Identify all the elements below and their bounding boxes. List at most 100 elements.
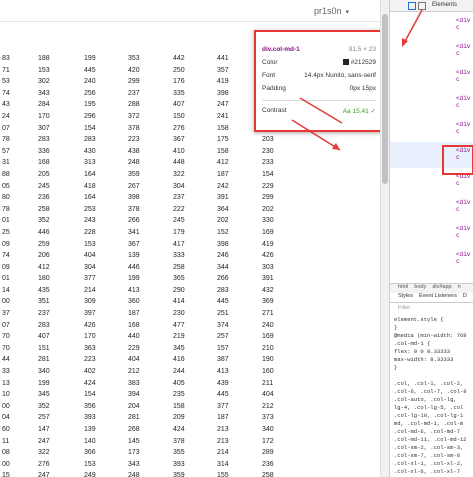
breadcrumb-item[interactable]: div#app: [432, 284, 451, 290]
styles-filter-input[interactable]: Filter: [398, 305, 410, 311]
device-toggle-icon[interactable]: [418, 2, 426, 10]
dom-node[interactable]: <div c: [390, 194, 473, 220]
styles-tab[interactable]: Event Listeners: [419, 293, 457, 299]
styles-tab[interactable]: Styles: [398, 293, 413, 299]
grid-cell: 307: [38, 124, 50, 132]
dom-node[interactable]: <div c: [390, 220, 473, 246]
grid-cell: 78: [2, 136, 10, 144]
grid-cell: 240: [84, 78, 96, 86]
grid-cell: 343: [38, 89, 50, 97]
grid-cell: 244: [173, 368, 185, 376]
grid-cell: 157: [217, 344, 229, 352]
grid-cell: 154: [84, 124, 96, 132]
scrollbar-thumb[interactable]: [382, 14, 388, 184]
grid-cell: 223: [128, 136, 140, 144]
grid-cell: 420: [128, 66, 140, 74]
style-rule-line: .col-xl-6, .col-xl-7: [394, 468, 461, 475]
breadcrumb-item[interactable]: body: [414, 284, 426, 290]
grid-cell: 74: [2, 89, 10, 97]
grid-cell: 367: [128, 240, 140, 248]
style-rule-line: .col-auto, .col-lg,: [394, 396, 457, 403]
grid-row: 57 336 430 438 410 158 230: [0, 146, 389, 158]
styles-tab[interactable]: D: [463, 293, 467, 299]
grid-cell: 256: [84, 89, 96, 97]
grid-cell: 153: [38, 66, 50, 74]
grid-cell: 155: [217, 472, 229, 477]
grid-cell: 236: [38, 194, 50, 202]
dom-node[interactable]: <div c: [390, 12, 473, 38]
grid-cell: 448: [173, 159, 185, 167]
grid-cell: 259: [38, 240, 50, 248]
grid-cell: 203: [262, 136, 274, 144]
grid-cell: 140: [84, 437, 96, 445]
grid-cell: 00: [2, 298, 10, 306]
grid-cell: 418: [84, 182, 96, 190]
grid-cell: 219: [173, 333, 185, 341]
grid-row: 07 283 426 168 477 374 240: [0, 320, 389, 332]
grid-cell: 284: [38, 101, 50, 109]
grid-row: 37 237 397 187 230 251 271: [0, 308, 389, 320]
color-swatch-icon: [342, 59, 349, 66]
grid-cell: 242: [217, 182, 229, 190]
grid-cell: 363: [84, 344, 96, 352]
grid-cell: 145: [128, 437, 140, 445]
grid-cell: 212: [128, 368, 140, 376]
grid-cell: 288: [128, 101, 140, 109]
grid-cell: 43: [2, 101, 10, 109]
grid-cell: 139: [128, 252, 140, 260]
grid-cell: 366: [84, 449, 96, 457]
grid-cell: 154: [262, 170, 274, 178]
grid-cell: 299: [128, 78, 140, 86]
dom-node[interactable]: <div c: [390, 246, 473, 272]
dom-node[interactable]: <div c: [390, 90, 473, 116]
user-dropdown[interactable]: pr1s0n ▾: [314, 6, 349, 16]
grid-cell: 214: [84, 286, 96, 294]
breadcrumb-item[interactable]: html: [398, 284, 408, 290]
grid-cell: 378: [128, 205, 140, 213]
grid-cell: 352: [38, 217, 50, 225]
dom-node[interactable]: <div c: [390, 64, 473, 90]
dom-node[interactable]: <div c: [390, 38, 473, 64]
grid-row: 00 276 153 343 393 314 236: [0, 459, 389, 471]
grid-cell: 404: [84, 252, 96, 260]
inspect-element-icon[interactable]: [408, 2, 416, 10]
grid-cell: 09: [2, 240, 10, 248]
tooltip-padding-label: Padding: [262, 85, 286, 92]
style-rule-line: element.style {: [394, 316, 444, 323]
grid-row: 00 351 309 360 414 445 369: [0, 296, 389, 308]
grid-cell: 147: [38, 426, 50, 433]
grid-cell: 302: [38, 78, 50, 86]
grid-cell: 335: [173, 89, 185, 97]
grid-cell: 228: [84, 228, 96, 236]
grid-cell: 258: [38, 205, 50, 213]
grid-cell: 213: [217, 426, 229, 433]
grid-cell: 253: [84, 205, 96, 213]
web-page: pr1s0n ▾ 83 188 199 353 442 441 71 153 445 420 250 3…: [0, 0, 389, 477]
top-navbar: pr1s0n ▾: [0, 0, 389, 22]
tooltip-padding-value: 0px 15px: [349, 85, 376, 92]
grid-row: 10 345 154 394 235 445 404: [0, 389, 389, 401]
grid-cell: 258: [262, 472, 274, 477]
grid-cell: 404: [262, 391, 274, 399]
grid-cell: 168: [128, 321, 140, 329]
grid-cell: 276: [173, 124, 185, 132]
grid-cell: 01: [2, 217, 10, 225]
grid-cell: 80: [2, 194, 10, 202]
page-scrollbar[interactable]: [380, 0, 389, 477]
grid-cell: 202: [262, 205, 274, 213]
grid-row: 74 206 404 139 333 246 426: [0, 250, 389, 262]
grid-cell: 206: [38, 252, 50, 260]
grid-cell: 154: [84, 391, 96, 399]
dom-node[interactable]: <div c: [390, 116, 473, 142]
dom-highlight-annotation: [442, 145, 473, 175]
dom-tree: <div c <div c <div c <div c <div c <div c <div…: [390, 12, 473, 272]
grid-cell: 404: [128, 356, 140, 364]
devtools-toolbar: Elements: [390, 0, 473, 12]
breadcrumb-item[interactable]: n: [458, 284, 461, 290]
grid-cell: 190: [262, 356, 274, 364]
tab-elements[interactable]: Elements: [432, 2, 457, 8]
style-rule-line: }: [394, 364, 398, 371]
grid-cell: 229: [128, 344, 140, 352]
grid-cell: 276: [38, 460, 50, 468]
grid-cell: 397: [84, 310, 96, 318]
